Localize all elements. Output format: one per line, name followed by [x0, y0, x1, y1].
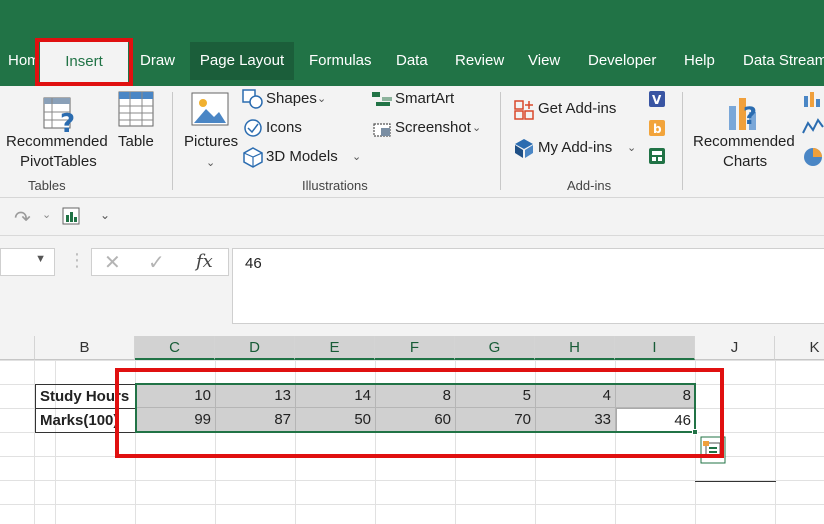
name-box-dropdown-icon[interactable]: ▼ [35, 253, 46, 265]
column-header-c[interactable]: C [135, 336, 215, 360]
visio-icon[interactable]: V [648, 90, 666, 108]
line-chart-icon[interactable] [802, 117, 824, 137]
row-header-corner[interactable] [0, 336, 35, 360]
pictures-dropdown-chevron-icon[interactable]: ⌄ [206, 154, 215, 172]
svg-text:b: b [653, 122, 662, 136]
worksheet-grid: B C D E F G H I J K Study Hours 10 13 14… [0, 336, 824, 524]
insert-tab-highlight [35, 38, 133, 86]
pictures-button[interactable]: Pictures [184, 133, 238, 151]
recommended-charts-icon: ? [729, 98, 757, 130]
tab-draw[interactable]: Draw [140, 42, 175, 80]
formula-bar: ▼ ⋮ ✕ ✓ fx 46 [0, 236, 824, 336]
smartart-button[interactable]: SmartArt [395, 90, 454, 108]
screenshot-dropdown-chevron-icon[interactable]: ⌄ [472, 119, 481, 137]
tab-review[interactable]: Review [455, 42, 504, 80]
column-header-h[interactable]: H [535, 336, 615, 360]
group-separator [682, 92, 683, 190]
illustrations-group-label: Illustrations [302, 178, 368, 193]
my-addins-icon [515, 139, 533, 158]
get-addins-icon [514, 100, 534, 120]
tab-data-stream[interactable]: Data Stream [743, 42, 824, 80]
column-header-j[interactable]: J [695, 336, 775, 360]
get-addins-button[interactable]: Get Add-ins [538, 100, 616, 118]
column-header-f[interactable]: F [375, 336, 455, 360]
cancel-icon[interactable]: ✕ [104, 250, 121, 275]
tab-help[interactable]: Help [684, 42, 715, 80]
name-box[interactable]: ▼ [0, 248, 55, 276]
my-addins-dropdown-chevron-icon[interactable]: ⌄ [627, 139, 636, 157]
3d-models-icon [243, 147, 263, 168]
screenshot-button[interactable]: Screenshot [395, 119, 471, 137]
group-separator [500, 92, 501, 190]
column-header-k[interactable]: K [775, 336, 824, 360]
group-separator [172, 92, 173, 190]
people-graph-icon[interactable] [648, 147, 666, 165]
table-icon [118, 91, 154, 127]
shapes-icon [242, 89, 263, 109]
3d-models-dropdown-chevron-icon[interactable]: ⌄ [352, 148, 361, 166]
tab-formulas[interactable]: Formulas [309, 42, 372, 80]
pie-chart-icon[interactable] [802, 146, 824, 168]
quick-chart-icon[interactable] [62, 207, 80, 225]
shapes-button[interactable]: Shapes [266, 90, 317, 108]
insert-function-icon[interactable]: fx [196, 251, 213, 272]
icons-icon [244, 119, 262, 137]
quick-access-toolbar: ↷ ⌄ ⌄ [0, 198, 824, 236]
shapes-dropdown-chevron-icon[interactable]: ⌄ [317, 90, 326, 108]
smartart-icon [372, 92, 392, 106]
bing-maps-icon[interactable]: b [648, 119, 666, 137]
formula-actions: ✕ ✓ fx [91, 248, 229, 276]
svg-text:?: ? [60, 109, 75, 134]
formula-input[interactable]: 46 [232, 248, 824, 324]
svg-text:V: V [652, 93, 662, 107]
screenshot-icon [373, 123, 391, 137]
table-button[interactable]: Table [118, 133, 154, 151]
pictures-icon [191, 92, 229, 126]
3d-models-button[interactable]: 3D Models [266, 148, 338, 166]
icons-button[interactable]: Icons [266, 119, 302, 137]
column-header-i[interactable]: I [615, 336, 695, 360]
bar-chart-icon[interactable] [802, 90, 824, 108]
svg-text:?: ? [743, 102, 757, 130]
tab-page-layout[interactable]: Page Layout [190, 42, 294, 80]
customize-toolbar-icon[interactable]: ⌄ [100, 208, 110, 222]
ribbon-insert-panel: ? Recommended PivotTables Table Tables P… [0, 86, 824, 198]
recommended-pivottables-button[interactable]: Recommended [6, 133, 108, 151]
recommended-charts-label2: Charts [723, 153, 768, 170]
tab-view[interactable]: View [528, 42, 560, 80]
formula-bar-grip-icon[interactable]: ⋮ [68, 250, 86, 271]
recommended-charts-button[interactable]: Recommended [693, 133, 795, 151]
tab-developer[interactable]: Developer [588, 42, 656, 80]
column-header-d[interactable]: D [215, 336, 295, 360]
data-range-highlight [115, 368, 724, 458]
tab-data[interactable]: Data [396, 42, 428, 80]
column-header-g[interactable]: G [455, 336, 535, 360]
my-addins-button[interactable]: My Add-ins [538, 139, 612, 157]
addins-group-label: Add-ins [567, 178, 612, 193]
column-header-b[interactable]: B [35, 336, 135, 360]
recommended-pivottables-label2: PivotTables [20, 153, 97, 170]
enter-icon[interactable]: ✓ [148, 250, 165, 275]
cell-border-line [695, 481, 776, 482]
tables-group-label: Tables [28, 178, 66, 193]
redo-dropdown-chevron-icon[interactable]: ⌄ [42, 208, 51, 221]
redo-icon[interactable]: ↷ [14, 206, 31, 231]
recommended-pivottables-icon: ? [43, 97, 75, 134]
column-header-e[interactable]: E [295, 336, 375, 360]
